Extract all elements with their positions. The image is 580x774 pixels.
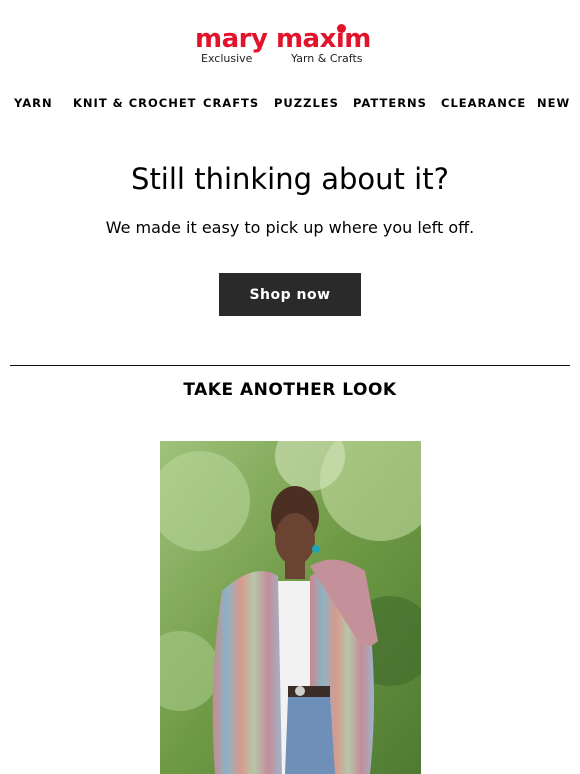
nav-item-patterns[interactable]: PATTERNS bbox=[353, 96, 427, 110]
section-title: TAKE ANOTHER LOOK bbox=[183, 380, 397, 400]
shop-now-label: Shop now bbox=[249, 286, 331, 303]
nav-item-knit-crochet[interactable]: KNIT & CROCHET bbox=[73, 96, 197, 110]
logo-wordmark[interactable]: mary maxim Exclusive Yarn & Crafts bbox=[195, 22, 385, 70]
page-headline: Still thinking about it? bbox=[131, 162, 449, 196]
page-subline: We made it easy to pick up where you lef… bbox=[105, 218, 475, 237]
nav-item-crafts[interactable]: CRAFTS bbox=[203, 96, 259, 110]
logo-pin-dot bbox=[337, 24, 346, 33]
nav-item-puzzles[interactable]: PUZZLES bbox=[274, 96, 339, 110]
logo[interactable]: mary maxim Exclusive Yarn & Crafts bbox=[0, 22, 580, 70]
nav-item-yarn[interactable]: YARN bbox=[14, 96, 53, 110]
product-image[interactable] bbox=[160, 441, 421, 774]
main-nav: YARN KNIT & CROCHET CRAFTS PUZZLES PATTE… bbox=[0, 96, 580, 112]
nav-item-clearance[interactable]: CLEARANCE bbox=[441, 96, 526, 110]
product-photo bbox=[160, 441, 421, 774]
logo-tagline-right: Yarn & Crafts bbox=[291, 52, 363, 65]
logo-tagline-left: Exclusive bbox=[201, 52, 253, 65]
nav-item-new[interactable]: NEW bbox=[537, 96, 570, 110]
shop-now-button[interactable]: Shop now bbox=[219, 273, 361, 316]
section-divider bbox=[10, 365, 570, 366]
